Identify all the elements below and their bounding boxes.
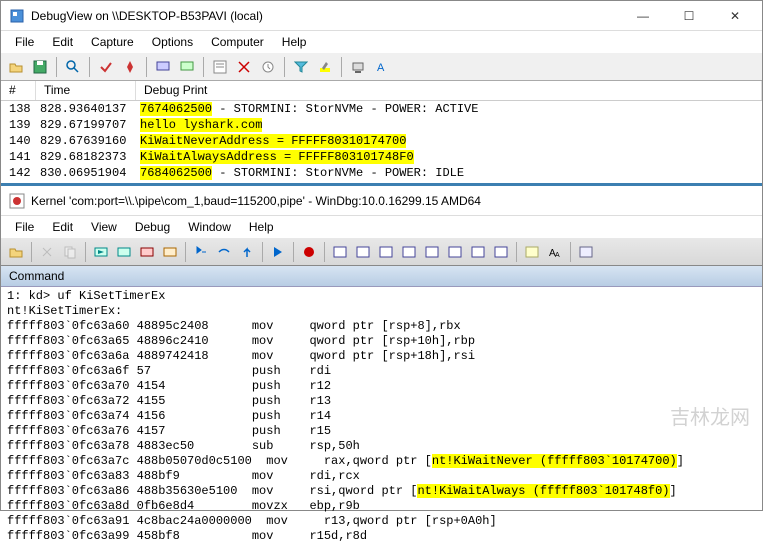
copy-icon[interactable] — [59, 241, 81, 263]
menu-computer[interactable]: Computer — [203, 33, 272, 51]
debugview-toolbar: A — [1, 53, 762, 81]
header-print[interactable]: Debug Print — [136, 81, 762, 100]
bp-icon[interactable] — [298, 241, 320, 263]
menu-edit[interactable]: Edit — [44, 218, 81, 236]
windbg-toolbar: AA — [1, 238, 762, 266]
open-icon[interactable] — [5, 56, 27, 78]
capture-icon[interactable] — [95, 56, 117, 78]
menu-edit[interactable]: Edit — [44, 33, 81, 51]
debug-output-list: 138828.936401377674062500 - STORMINI: St… — [1, 101, 762, 181]
menu-window[interactable]: Window — [180, 218, 239, 236]
list-header: # Time Debug Print — [1, 81, 762, 101]
menu-view[interactable]: View — [83, 218, 125, 236]
menu-help[interactable]: Help — [274, 33, 315, 51]
options-icon[interactable] — [575, 241, 597, 263]
debug-row[interactable]: 139829.67199707hello lyshark.com — [1, 117, 762, 133]
monitor-icon[interactable] — [152, 56, 174, 78]
list-icon[interactable] — [209, 56, 231, 78]
menu-help[interactable]: Help — [241, 218, 282, 236]
stop-icon[interactable] — [136, 241, 158, 263]
go-icon[interactable] — [90, 241, 112, 263]
callstack-window-icon[interactable] — [444, 241, 466, 263]
watch-window-icon[interactable] — [352, 241, 374, 263]
header-num[interactable]: # — [1, 81, 36, 100]
maximize-button[interactable]: ☐ — [674, 4, 704, 28]
cut-icon[interactable] — [36, 241, 58, 263]
debug-row[interactable]: 138828.936401377674062500 - STORMINI: St… — [1, 101, 762, 117]
windbg-titlebar: Kernel 'com:port=\\.\pipe\com_1,baud=115… — [1, 186, 762, 216]
command-output[interactable]: 1: kd> uf KiSetTimerExnt!KiSetTimerEx:ff… — [1, 287, 762, 546]
clear-icon[interactable] — [233, 56, 255, 78]
capture2-icon[interactable] — [119, 56, 141, 78]
app-icon — [9, 8, 25, 24]
cmd-window-icon[interactable] — [329, 241, 351, 263]
debug-row[interactable]: 140829.67639160KiWaitNeverAddress = FFFF… — [1, 133, 762, 149]
command-window-title: Command — [1, 266, 762, 287]
svg-text:A: A — [555, 252, 560, 259]
menu-file[interactable]: File — [7, 218, 42, 236]
break-icon[interactable] — [159, 241, 181, 263]
memory-window-icon[interactable] — [421, 241, 443, 263]
step-over-icon[interactable] — [213, 241, 235, 263]
computer-icon[interactable] — [347, 56, 369, 78]
step-out-icon[interactable] — [236, 241, 258, 263]
debug-row[interactable]: 142830.069519047684062500 - STORMINI: St… — [1, 165, 762, 181]
svg-text:A: A — [377, 62, 385, 74]
debugview-titlebar: DebugView on \\DESKTOP-B53PAVI (local) —… — [1, 1, 762, 31]
window-title: DebugView on \\DESKTOP-B53PAVI (local) — [31, 9, 628, 23]
close-button[interactable]: ✕ — [720, 4, 750, 28]
locals-window-icon[interactable] — [375, 241, 397, 263]
font-icon[interactable]: A — [371, 56, 393, 78]
windbg-menubar: File Edit View Debug Window Help — [1, 216, 762, 238]
windbg-title: Kernel 'com:port=\\.\pipe\com_1,baud=115… — [31, 194, 754, 208]
highlight-icon[interactable] — [314, 56, 336, 78]
time-icon[interactable] — [257, 56, 279, 78]
menu-file[interactable]: File — [7, 33, 42, 51]
run-to-cursor-icon[interactable] — [267, 241, 289, 263]
open-icon[interactable] — [5, 241, 27, 263]
menu-debug[interactable]: Debug — [127, 218, 178, 236]
debug-row[interactable]: 141829.68182373KiWaitAlwaysAddress = FFF… — [1, 149, 762, 165]
search-icon[interactable] — [62, 56, 84, 78]
monitor2-icon[interactable] — [176, 56, 198, 78]
font-icon[interactable]: AA — [544, 241, 566, 263]
disasm-window-icon[interactable] — [467, 241, 489, 263]
menu-options[interactable]: Options — [144, 33, 201, 51]
windbg-icon — [9, 193, 25, 209]
src-mode-icon[interactable] — [521, 241, 543, 263]
registers-window-icon[interactable] — [398, 241, 420, 263]
restart-icon[interactable] — [113, 241, 135, 263]
filter-icon[interactable] — [290, 56, 312, 78]
save-icon[interactable] — [29, 56, 51, 78]
step-into-icon[interactable] — [190, 241, 212, 263]
header-time[interactable]: Time — [36, 81, 136, 100]
menu-capture[interactable]: Capture — [83, 33, 142, 51]
scratch-window-icon[interactable] — [490, 241, 512, 263]
debugview-menubar: File Edit Capture Options Computer Help — [1, 31, 762, 53]
minimize-button[interactable]: — — [628, 4, 658, 28]
